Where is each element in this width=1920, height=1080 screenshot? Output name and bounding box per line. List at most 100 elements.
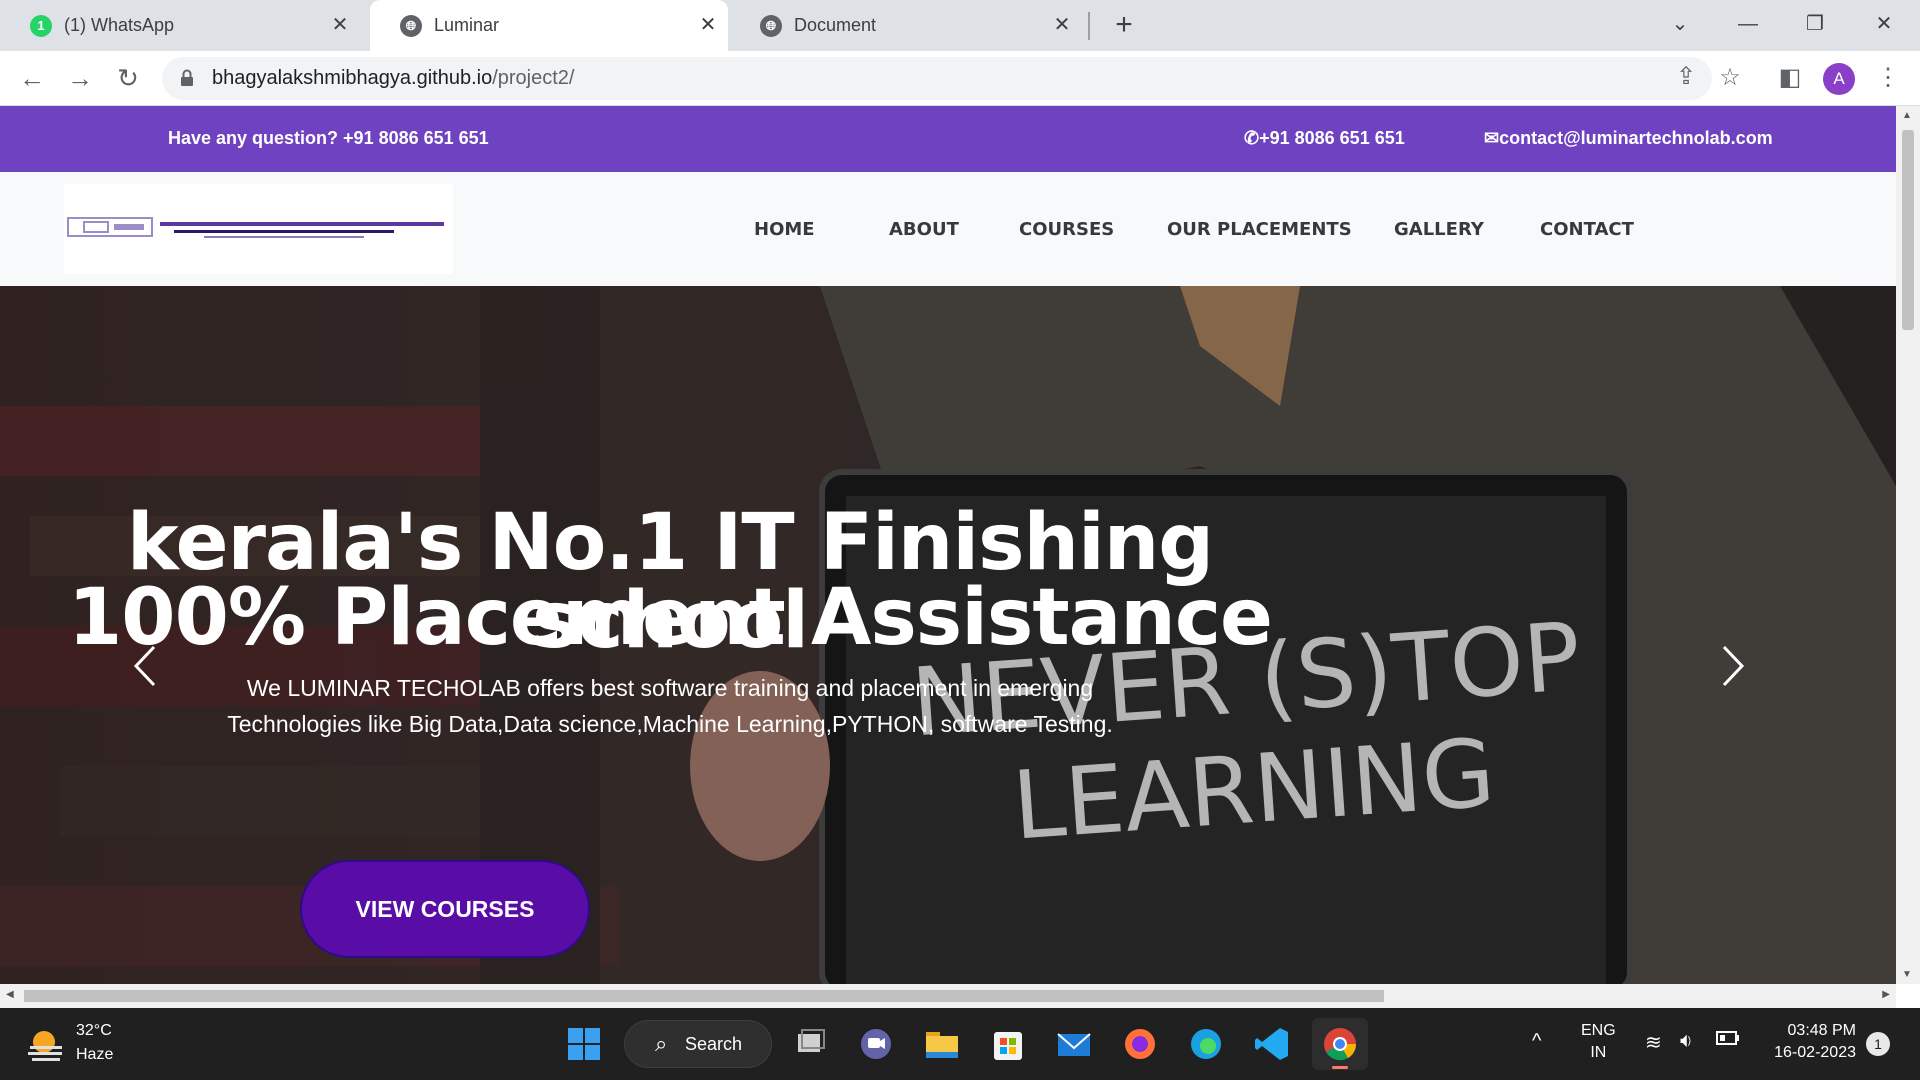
nav-contact[interactable]: CONTACT	[1540, 219, 1634, 240]
address-bar[interactable]: bhagyalakshmibhagya.github.io/project2/ …	[162, 57, 1712, 100]
phone-link[interactable]: ✆+91 8086 651 651	[1244, 128, 1405, 149]
windows-taskbar: 32°C Haze ⌕ Search ^ ENG IN ≋ 🔉︎ 03:48 P…	[0, 1008, 1920, 1080]
tab-whatsapp[interactable]: 1 (1) WhatsApp ✕	[0, 0, 360, 51]
nav-gallery[interactable]: GALLERY	[1394, 219, 1484, 240]
search-label: Search	[685, 1034, 743, 1054]
start-button[interactable]	[562, 1022, 606, 1066]
back-button[interactable]: ←	[14, 61, 50, 97]
vscode-button[interactable]	[1250, 1022, 1294, 1066]
carousel-next-arrow[interactable]	[1718, 641, 1748, 691]
close-icon[interactable]: ✕	[1050, 13, 1074, 37]
minimize-button[interactable]: —	[1728, 6, 1768, 42]
tab-strip: 1 (1) WhatsApp ✕ 🌐︎ Luminar ✕ 🌐︎ Documen…	[0, 0, 1920, 51]
clock-time: 03:48 PM	[1787, 1022, 1856, 1039]
mail-button[interactable]	[1052, 1022, 1096, 1066]
weather-temp: 32°C	[76, 1022, 112, 1039]
clock-date: 16-02-2023	[1774, 1044, 1856, 1061]
vertical-scrollbar[interactable]: ▲ ▼	[1896, 106, 1920, 984]
profile-avatar[interactable]: A	[1823, 63, 1855, 95]
windows-icon	[568, 1028, 600, 1060]
battery-icon[interactable]	[1716, 1030, 1740, 1051]
scroll-down-icon[interactable]: ▼	[1902, 969, 1912, 980]
luminar-logo-icon	[67, 217, 444, 238]
tab-separator	[1088, 12, 1090, 40]
chrome-icon	[1324, 1028, 1357, 1069]
nav-courses[interactable]: COURSES	[1019, 219, 1114, 240]
search-icon: ⌕	[655, 1031, 668, 1056]
nav-home[interactable]: HOME	[754, 219, 815, 240]
vertical-scroll-thumb[interactable]	[1902, 130, 1914, 330]
close-window-button[interactable]: ✕	[1864, 6, 1904, 42]
lang-primary: ENG	[1581, 1022, 1616, 1039]
restore-button[interactable]: ❐	[1795, 6, 1835, 42]
site-header: HOME ABOUT COURSES OUR PLACEMENTS GALLER…	[0, 172, 1896, 286]
scroll-right-icon[interactable]: ▶	[1882, 989, 1890, 1000]
hero-description-line1: We LUMINAR TECHOLAB offers best software…	[246, 675, 1094, 701]
tab-search-icon[interactable]: ⌄	[1660, 6, 1700, 42]
globe-icon: 🌐︎	[760, 14, 782, 37]
url-text: bhagyalakshmibhagya.github.io/project2/	[212, 67, 575, 89]
clock[interactable]: 03:48 PM 16-02-2023	[1762, 1022, 1856, 1062]
wifi-icon[interactable]: ≋	[1645, 1030, 1662, 1055]
vscode-icon	[1255, 1028, 1288, 1060]
chrome-button[interactable]	[1312, 1018, 1368, 1070]
browser-toolbar: ← → ↻ bhagyalakshmibhagya.github.io/proj…	[0, 51, 1920, 106]
share-icon[interactable]: ⇪	[1670, 62, 1702, 94]
sun-haze-icon	[28, 1031, 62, 1061]
store-button[interactable]	[986, 1022, 1030, 1066]
edge-button[interactable]	[1184, 1022, 1228, 1066]
question-text: Have any question? +91 8086 651 651	[168, 128, 489, 148]
hero-description-line2: Technologies like Big Data,Data science,…	[227, 711, 1113, 737]
new-tab-button[interactable]: +	[1108, 10, 1140, 42]
horizontal-scrollbar[interactable]: ◀ ▶	[0, 984, 1896, 1008]
weather-widget[interactable]: 32°C Haze	[26, 1022, 156, 1068]
tab-title: Document	[794, 15, 877, 35]
email-link[interactable]: ✉contact@luminartechnolab.com	[1484, 128, 1773, 149]
tab-document[interactable]: 🌐︎ Document ✕	[730, 0, 1082, 51]
edge-icon	[1191, 1029, 1221, 1059]
notification-badge[interactable]: 1	[1866, 1032, 1890, 1056]
mail-icon	[1057, 1033, 1091, 1056]
bookmark-star-icon[interactable]: ☆	[1714, 63, 1746, 95]
nav-about[interactable]: ABOUT	[889, 219, 959, 240]
show-hidden-icons-button[interactable]: ^	[1532, 1030, 1541, 1053]
task-view-icon	[798, 1029, 825, 1052]
folder-icon	[926, 1032, 958, 1058]
whatsapp-icon: 1	[30, 14, 52, 37]
tab-luminar[interactable]: 🌐︎ Luminar ✕	[370, 0, 728, 51]
firefox-icon	[1125, 1029, 1155, 1059]
file-explorer-button[interactable]	[920, 1022, 964, 1066]
lang-region: IN	[1590, 1044, 1607, 1061]
chat-icon	[861, 1029, 891, 1059]
envelope-icon: ✉	[1484, 128, 1500, 148]
weather-condition: Haze	[76, 1046, 114, 1063]
forward-button[interactable]: →	[62, 61, 98, 97]
scroll-up-icon[interactable]: ▲	[1902, 110, 1912, 121]
teams-chat-button[interactable]	[854, 1022, 898, 1066]
store-icon	[994, 1032, 1022, 1060]
nav-our-placements[interactable]: OUR PLACEMENTS	[1167, 219, 1352, 240]
tab-title: (1) WhatsApp	[64, 15, 175, 35]
view-courses-button[interactable]: VIEW COURSES	[300, 860, 590, 958]
hero-carousel: NEVER (S)TOP LEARNING kerala's No.1 IT F…	[0, 286, 1896, 984]
taskbar-search[interactable]: ⌕ Search	[624, 1020, 772, 1068]
horizontal-scroll-thumb[interactable]	[24, 990, 1384, 1002]
scroll-left-icon[interactable]: ◀	[6, 989, 14, 1000]
firefox-button[interactable]	[1118, 1022, 1162, 1066]
task-view-button[interactable]	[788, 1022, 832, 1066]
chevron-right-icon	[1722, 645, 1745, 687]
menu-icon[interactable]: ⋮	[1872, 63, 1904, 95]
phone-icon: ✆	[1244, 128, 1260, 148]
hero-title-line2: 100% Placement Assistance	[68, 573, 1273, 663]
page-viewport: Have any question? +91 8086 651 651 ✆+91…	[0, 106, 1896, 984]
globe-icon: 🌐︎	[400, 14, 422, 37]
contact-topbar: Have any question? +91 8086 651 651 ✆+91…	[0, 106, 1896, 172]
volume-icon[interactable]: 🔉︎	[1680, 1030, 1693, 1053]
tab-title: Luminar	[434, 15, 500, 35]
side-panel-icon[interactable]: ◧	[1774, 63, 1806, 95]
close-icon[interactable]: ✕	[328, 13, 352, 37]
reload-button[interactable]: ↻	[110, 61, 146, 97]
site-logo[interactable]	[64, 184, 453, 274]
close-icon[interactable]: ✕	[696, 13, 720, 37]
language-indicator[interactable]: ENG IN	[1581, 1022, 1616, 1062]
